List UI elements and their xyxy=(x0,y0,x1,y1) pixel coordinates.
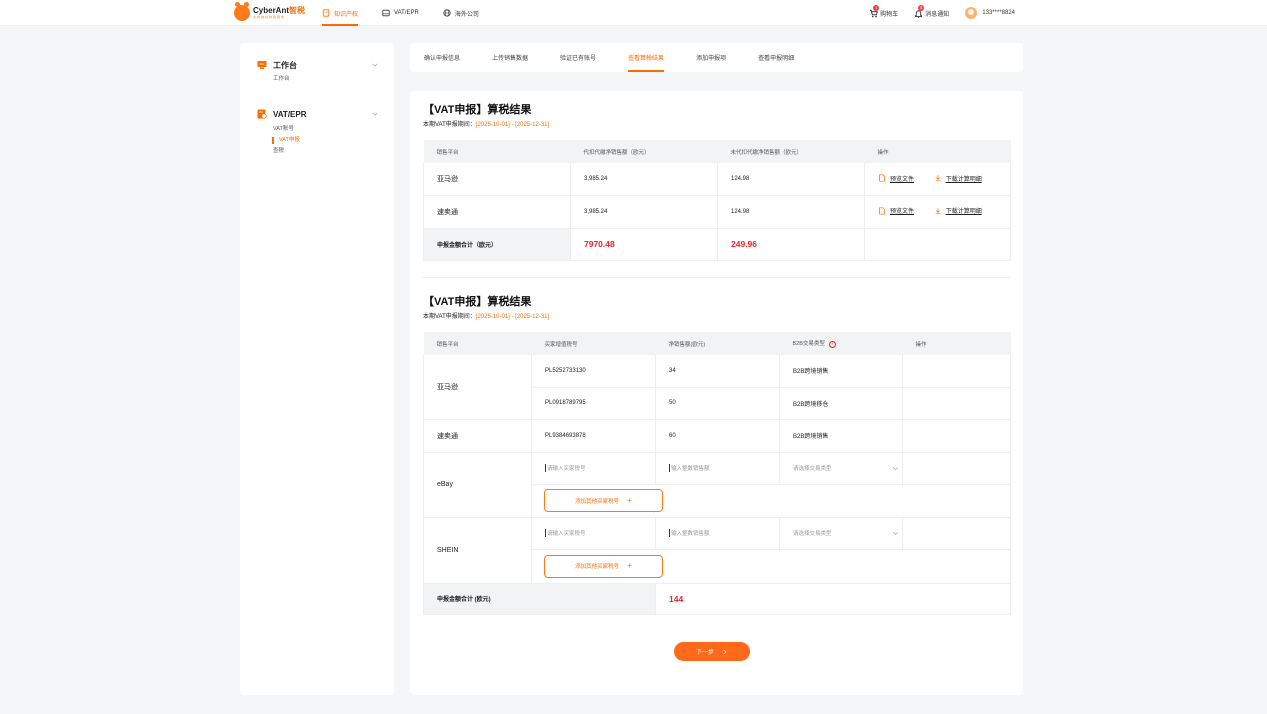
nav-vat-epr[interactable]: VAT/EPR xyxy=(382,0,419,26)
divider xyxy=(423,277,1010,278)
filing-period: 本期VAT申报期间：[2025-10-01] - [2025-12-31] xyxy=(423,314,550,320)
top-navbar: CyberAnt智税 全球跨境财税服务 知识产权 VAT/EPR 海外公司 1 … xyxy=(0,0,1267,26)
sidebar: 工作台 工作台 VAT/EPR VAT账号 VAT申报 查税 xyxy=(240,43,394,695)
notification-button[interactable]: 8 消息通知 xyxy=(914,4,949,18)
logo[interactable]: CyberAnt智税 全球跨境财税服务 xyxy=(234,2,305,22)
tax-result-table: 销售平台 代扣代缴净销售额（欧元） 未代扣代缴净销售额（欧元） 操作 亚马逊 3… xyxy=(423,140,1011,261)
download-icon xyxy=(935,207,941,214)
notification-badge: 8 xyxy=(918,4,925,11)
table-header: 销售平台 代扣代缴净销售额（欧元） 未代扣代缴净销售额（欧元） 操作 xyxy=(423,140,1011,163)
table-row: SHEIN 请输入买家税号 输入整数销售额 请选择交易类型 xyxy=(423,517,1011,584)
nav-ip[interactable]: 知识产权 xyxy=(322,0,359,26)
total-withheld: 7970.48 xyxy=(570,228,718,261)
tab-confirm-info[interactable]: 确认申报信息 xyxy=(424,43,460,72)
user-phone: 133****8824 xyxy=(982,10,1015,16)
vat-icon xyxy=(257,109,267,119)
table-header: 销售平台 买家增值税号 净销售额(欧元) B2B交易类型! 操作 xyxy=(423,332,1011,355)
sidebar-group-header[interactable]: 工作台 xyxy=(257,58,379,72)
filing-period: 本期VAT申报期间：[2025-10-01] - [2025-12-31] xyxy=(423,122,550,128)
plus-icon: + xyxy=(627,561,632,570)
globe-icon xyxy=(443,9,451,17)
table-row: 速卖通 PL9384693878 60 B2B跨境销售 xyxy=(423,419,1011,453)
tab-view-details[interactable]: 查看申报明细 xyxy=(758,43,794,72)
chevron-down-icon xyxy=(372,112,378,116)
next-step-button[interactable]: 下一步 xyxy=(674,642,750,661)
sidebar-group-header[interactable]: VAT/EPR xyxy=(257,107,379,121)
cart-badge: 1 xyxy=(873,4,880,11)
chevron-down-icon xyxy=(893,466,898,470)
buyer-vat-input[interactable]: 请输入买家税号 xyxy=(545,526,657,540)
main-panel: 【VAT申报】算税结果 本期VAT申报期间：[2025-10-01] - [20… xyxy=(410,91,1023,695)
plus-icon: + xyxy=(627,495,632,505)
total-row: 申报金额合计（欧元） 7970.48 249.96 xyxy=(423,228,1011,261)
step-tabs: 确认申报信息 上传销售数据 验证已有账号 查看算税结果 添加申报项 查看申报明细 xyxy=(410,43,1023,72)
transaction-type-select[interactable]: 请选择交易类型 xyxy=(793,461,903,475)
sidebar-group-vat-epr: VAT/EPR VAT账号 VAT申报 查税 xyxy=(257,107,379,157)
main-nav: 知识产权 VAT/EPR 海外公司 xyxy=(322,0,503,26)
total-row: 申报金额合计 (欧元) 144 xyxy=(423,583,1011,615)
avatar xyxy=(965,7,978,19)
table-row: 亚马逊 PL5252733130 34 B2B跨境销售 xyxy=(423,355,1011,420)
table-row: 速卖通 3,985.24 124.98 预览文件 下载计算明细 xyxy=(423,195,1011,229)
transaction-type-select[interactable]: 请选择交易类型 xyxy=(793,526,903,540)
sidebar-group-workbench: 工作台 工作台 xyxy=(257,58,379,85)
sidebar-item-workbench[interactable]: 工作台 xyxy=(273,74,379,85)
chevron-down-icon xyxy=(893,531,898,535)
preview-file-link[interactable]: 预览文件 xyxy=(878,206,914,215)
tab-verify-account[interactable]: 验证已有账号 xyxy=(560,43,596,72)
download-icon xyxy=(935,175,941,182)
sales-amount-input[interactable]: 输入整数销售额 xyxy=(669,526,781,540)
b2b-table: 销售平台 买家增值税号 净销售额(欧元) B2B交易类型! 操作 亚马逊 PL5… xyxy=(423,332,1011,615)
nav-overseas-company[interactable]: 海外公司 xyxy=(443,0,479,26)
sidebar-item-vat-account[interactable]: VAT账号 xyxy=(273,124,379,135)
workbench-icon xyxy=(257,61,267,69)
preview-file-link[interactable]: 预览文件 xyxy=(878,174,914,183)
total-amount: 144 xyxy=(655,583,1011,615)
chevron-right-icon xyxy=(723,649,727,654)
logo-tagline: 全球跨境财税服务 xyxy=(253,15,286,19)
tab-tax-result[interactable]: 查看算税结果 xyxy=(628,43,665,72)
section-title: 【VAT申报】算税结果 xyxy=(423,296,532,308)
ant-logo-icon xyxy=(234,2,250,21)
table-row: eBay 请输入买家税号 输入整数销售额 请选择交易类型 xyxy=(423,452,1011,518)
user-menu[interactable]: 133****8824 xyxy=(965,7,1015,19)
chevron-down-icon xyxy=(372,63,378,67)
file-icon xyxy=(879,174,885,182)
info-icon[interactable]: ! xyxy=(828,340,836,348)
sales-amount-input[interactable]: 输入整数销售额 xyxy=(669,461,781,475)
cart-button[interactable]: 1 购物车 xyxy=(869,4,898,18)
tab-add-item[interactable]: 添加申报项 xyxy=(696,43,726,72)
document-icon xyxy=(322,9,330,17)
tax-icon xyxy=(382,9,390,17)
total-not-withheld: 249.96 xyxy=(717,228,865,261)
file-icon xyxy=(879,207,885,215)
download-details-link[interactable]: 下载计算明细 xyxy=(934,174,982,183)
download-details-link[interactable]: 下载计算明细 xyxy=(934,206,982,215)
table-row: 亚马逊 3,985.24 124.98 预览文件 下载计算明细 xyxy=(423,163,1011,196)
tab-upload-sales[interactable]: 上传销售数据 xyxy=(492,43,528,72)
buyer-vat-input[interactable]: 请输入买家税号 xyxy=(545,461,657,475)
section-title: 【VAT申报】算税结果 xyxy=(423,104,532,116)
sidebar-item-vat-filing[interactable]: VAT申报 xyxy=(272,135,379,146)
add-buyer-vat-button[interactable]: 添加其他买家税号 + xyxy=(544,489,663,512)
add-buyer-vat-button[interactable]: 添加其他买家税号 + xyxy=(544,554,663,578)
sidebar-item-tax-check[interactable]: 查税 xyxy=(273,146,379,157)
